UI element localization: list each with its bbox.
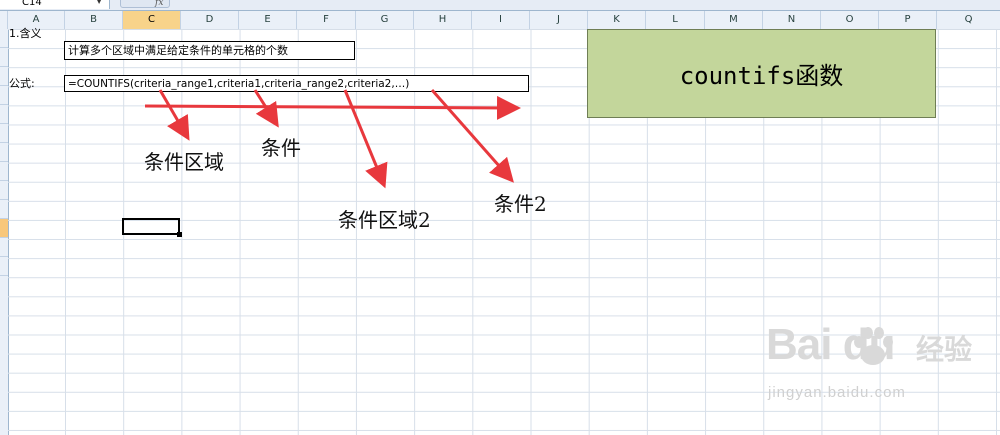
column-header-g[interactable]: G (356, 11, 414, 29)
column-header-q[interactable]: Q (937, 11, 1000, 29)
paw-icon (854, 327, 893, 365)
column-header-p[interactable]: P (879, 11, 937, 29)
label-criteria-range2: 条件区域2 (338, 208, 431, 232)
column-header-h[interactable]: H (414, 11, 472, 29)
column-header-l[interactable]: L (646, 11, 705, 29)
column-header-b[interactable]: B (65, 11, 123, 29)
formula-syntax-box[interactable]: =COUNTIFS(criteria_range1,criteria1,crit… (64, 75, 529, 92)
formula-bar: C14 ▼ fx (0, 0, 1000, 11)
watermark-cn: 经验 (916, 333, 973, 366)
column-header-f[interactable]: F (297, 11, 356, 29)
arrow-horizontal (144, 95, 521, 120)
column-header-c[interactable]: C (123, 11, 181, 29)
cell-a4[interactable]: 公式: (9, 76, 35, 92)
function-title: countifs函数 (679, 62, 844, 90)
fx-icon: fx (155, 0, 164, 8)
arrow-range2 (343, 89, 388, 189)
label-criteria-range1: 条件区域 (144, 150, 224, 174)
row-header (0, 29, 9, 435)
active-cell-c14[interactable] (122, 218, 182, 237)
baidu-watermark: Bai du 经验 jingyan.baidu.com (766, 320, 976, 420)
row-header-cell[interactable] (0, 162, 8, 181)
column-header-i[interactable]: I (472, 11, 530, 29)
arrow-criteria2 (430, 89, 514, 183)
row-header-cell[interactable] (0, 86, 8, 105)
row-header-cell[interactable] (0, 238, 8, 257)
select-all-corner[interactable] (0, 11, 8, 29)
label-criteria2: 条件2 (494, 192, 547, 216)
watermark-url: jingyan.baidu.com (768, 384, 906, 401)
row-header-cell[interactable] (0, 48, 8, 67)
column-header-k[interactable]: K (588, 11, 646, 29)
row-header-cell[interactable] (0, 257, 8, 276)
arrow-criteria1 (253, 89, 279, 128)
row-header-cell[interactable] (0, 67, 8, 86)
cell-a2[interactable]: 1.含义 (9, 26, 42, 42)
fill-handle[interactable] (177, 232, 182, 237)
column-header: A B C D E F G H I J K L M N O P Q (0, 11, 1000, 30)
row-header-cell-active[interactable] (0, 219, 8, 238)
chevron-down-icon[interactable]: ▼ (96, 0, 102, 5)
row-header-cell[interactable] (0, 124, 8, 143)
column-header-d[interactable]: D (181, 11, 239, 29)
column-header-j[interactable]: J (530, 11, 588, 29)
insert-function-button[interactable]: fx (120, 0, 170, 8)
column-header-n[interactable]: N (763, 11, 821, 29)
column-header-e[interactable]: E (239, 11, 297, 29)
row-header-cell[interactable] (0, 105, 8, 124)
row-header-cell[interactable] (0, 181, 8, 200)
row-header-cell[interactable] (0, 200, 8, 219)
function-title-box[interactable]: countifs函数 (587, 29, 936, 118)
label-criteria1: 条件 (261, 136, 301, 160)
row-header-cell[interactable] (0, 143, 8, 162)
column-header-m[interactable]: M (705, 11, 763, 29)
row-header-cell[interactable] (0, 29, 8, 48)
arrow-range1 (158, 89, 190, 141)
definition-box[interactable]: 计算多个区域中满足给定条件的单元格的个数 (64, 41, 355, 60)
name-box[interactable]: C14 (0, 0, 110, 9)
name-box-value: C14 (22, 0, 42, 8)
column-header-o[interactable]: O (821, 11, 879, 29)
